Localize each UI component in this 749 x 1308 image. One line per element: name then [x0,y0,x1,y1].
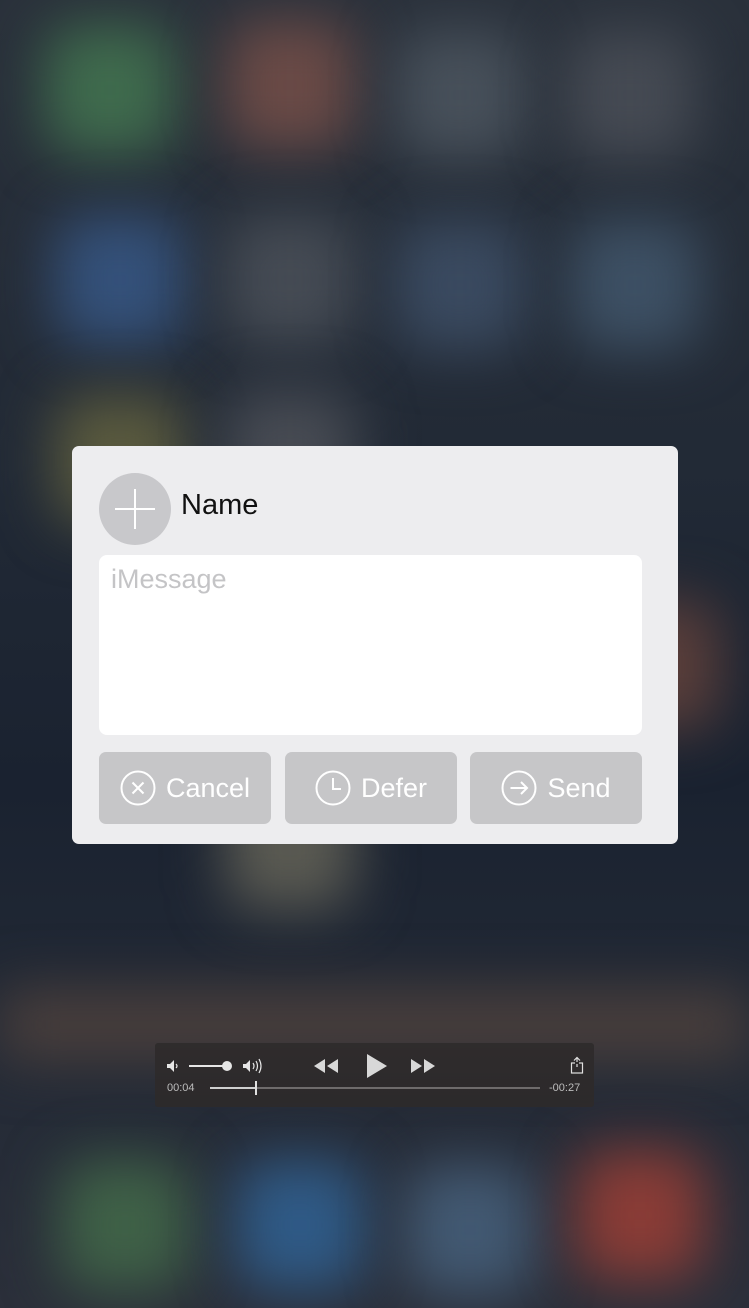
quick-reply-card: Name Cancel Defer Send [72,446,678,844]
cancel-button[interactable]: Cancel [99,752,271,824]
arrow-right-circle-icon [501,770,537,806]
remaining-time: -00:27 [549,1082,581,1094]
message-input[interactable] [99,555,642,735]
blurred-app-icon [570,220,700,350]
blurred-app-icon [45,25,175,155]
speaker-low-icon[interactable] [166,1059,182,1073]
media-player: 00:04 -00:27 [155,1043,594,1107]
progress-fill [210,1087,257,1089]
blurred-dock-icon [235,1160,365,1290]
rewind-icon[interactable] [313,1058,339,1074]
blurred-app-icon [395,30,525,160]
blurred-app-icon [55,215,185,345]
x-circle-icon [120,770,156,806]
fast-forward-icon[interactable] [410,1058,436,1074]
defer-button[interactable]: Defer [285,752,457,824]
defer-label: Defer [360,772,428,803]
blurred-app-icon [395,220,525,350]
avatar[interactable] [99,473,171,545]
blurred-dock-icon [60,1160,190,1290]
send-label: Send [547,772,611,803]
cancel-label: Cancel [165,772,251,803]
blurred-app-icon [225,215,355,345]
clock-icon [315,770,351,806]
blurred-dock-icon [405,1165,535,1295]
send-button[interactable]: Send [470,752,642,824]
progress-bar[interactable] [210,1081,540,1095]
blurred-app-icon [565,30,695,160]
speaker-high-icon[interactable] [242,1058,266,1074]
play-icon[interactable] [365,1053,389,1079]
blurred-dock-icon [575,1150,705,1280]
progress-scrubber[interactable] [255,1081,258,1095]
elapsed-time: 00:04 [167,1082,195,1094]
volume-slider-knob[interactable] [221,1061,232,1071]
share-icon[interactable] [570,1056,584,1074]
blurred-app-icon [225,20,355,150]
plus-icon [115,489,155,529]
recipient-name: Name [181,489,259,521]
